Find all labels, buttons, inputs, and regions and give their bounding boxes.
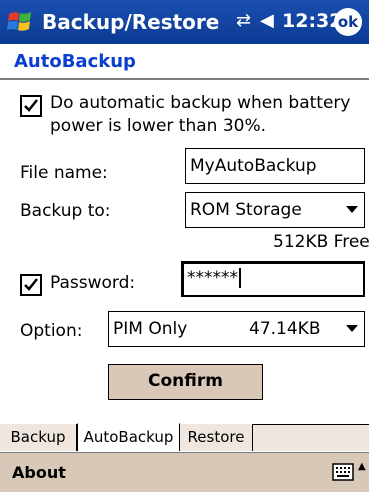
file-name-label: File name: [20, 163, 108, 183]
windows-start-icon[interactable] [6, 8, 34, 36]
option-label: Option: [20, 321, 83, 341]
confirm-button[interactable]: Confirm [108, 364, 263, 400]
sip-arrow-icon[interactable]: ▲ [358, 461, 366, 472]
free-space-text: 512KB Free [273, 232, 369, 252]
connectivity-icon[interactable]: ⇄ [236, 10, 251, 31]
chevron-down-icon [346, 206, 358, 213]
keyboard-icon[interactable] [332, 463, 354, 481]
ok-button[interactable]: ok [334, 8, 362, 36]
backup-to-dropdown[interactable]: ROM Storage [185, 192, 365, 228]
header-divider [0, 78, 369, 80]
checkmark-icon [24, 99, 38, 112]
auto-backup-label-line1: Do automatic backup when battery [50, 93, 351, 113]
title-bar: Backup/Restore ⇄ ◀ 12:32 ok [0, 0, 369, 44]
page-title: AutoBackup [14, 51, 136, 72]
option-dropdown[interactable]: PIM Only 47.14KB [108, 311, 365, 347]
auto-backup-label-line2: power is lower than 30%. [50, 116, 267, 136]
tab-backup[interactable]: Backup [0, 424, 77, 451]
option-value: PIM Only [113, 319, 188, 339]
backup-to-label: Backup to: [20, 201, 111, 221]
speaker-icon[interactable]: ◀ [260, 10, 274, 31]
file-name-input[interactable]: MyAutoBackup [185, 148, 365, 184]
window-title: Backup/Restore [42, 10, 220, 34]
auto-backup-checkbox[interactable] [20, 95, 42, 117]
password-value: ****** [187, 268, 238, 288]
password-checkbox[interactable] [20, 274, 42, 296]
password-input[interactable]: ****** [181, 261, 365, 297]
password-label: Password: [50, 273, 136, 293]
text-cursor [239, 268, 241, 288]
tab-autobackup[interactable]: AutoBackup [77, 423, 180, 451]
option-size: 47.14KB [249, 319, 321, 339]
tab-restore[interactable]: Restore [180, 424, 253, 451]
checkmark-icon [24, 278, 38, 291]
chevron-down-icon [346, 325, 358, 332]
about-menu[interactable]: About [12, 463, 66, 482]
menu-bar: About ▲ [0, 452, 369, 492]
backup-to-value: ROM Storage [190, 200, 302, 220]
